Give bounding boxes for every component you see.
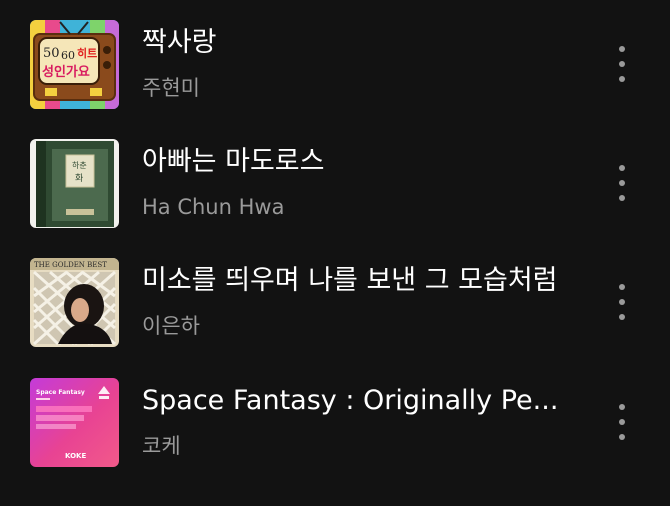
track-row[interactable]: 50 60 히트 성인가요 짝사랑 주현미 <box>0 0 670 118</box>
track-list: 50 60 히트 성인가요 짝사랑 주현미 하춘 화 아빠는 마도로스 Ha C… <box>0 0 670 506</box>
more-vertical-icon[interactable] <box>604 159 640 207</box>
track-title[interactable]: 짝사랑 <box>142 26 582 60</box>
svg-text:하춘: 하춘 <box>72 160 87 170</box>
track-row[interactable]: THE GOLDEN BEST 미소를 띄우며 나를 보낸 그 모습처럼 이은하 <box>0 238 670 356</box>
track-artist[interactable]: 이은하 <box>142 312 200 340</box>
track-row[interactable]: Space Fantasy KOKE Space Fantasy : Origi… <box>0 358 670 476</box>
svg-text:히트: 히트 <box>77 46 97 60</box>
art-text-50: 50 <box>43 46 60 61</box>
album-art[interactable]: THE GOLDEN BEST <box>30 258 119 347</box>
track-title[interactable]: 아빠는 마도로스 <box>142 145 582 179</box>
svg-text:60: 60 <box>61 49 75 62</box>
album-art[interactable]: Space Fantasy KOKE <box>30 378 119 467</box>
track-artist[interactable]: 주현미 <box>142 74 200 102</box>
track-title[interactable]: 미소를 띄우며 나를 보낸 그 모습처럼 <box>142 264 582 298</box>
track-artist[interactable]: Ha Chun Hwa <box>142 193 284 221</box>
retro-tv-cover-icon: 50 60 히트 성인가요 <box>30 20 119 109</box>
green-book-cover-icon: 하춘 화 <box>30 139 119 228</box>
svg-text:Space Fantasy: Space Fantasy <box>36 389 85 396</box>
svg-text:성인가요: 성인가요 <box>42 64 90 80</box>
album-art[interactable]: 50 60 히트 성인가요 <box>30 20 119 109</box>
album-art[interactable]: 하춘 화 <box>30 139 119 228</box>
track-artist[interactable]: 코케 <box>142 432 181 460</box>
svg-text:화: 화 <box>75 173 83 184</box>
gradient-cover-icon: Space Fantasy KOKE <box>30 378 119 467</box>
track-title[interactable]: Space Fantasy : Originally Pe... <box>142 384 582 418</box>
more-vertical-icon[interactable] <box>604 40 640 88</box>
svg-text:THE GOLDEN BEST: THE GOLDEN BEST <box>34 261 107 269</box>
more-vertical-icon[interactable] <box>604 398 640 446</box>
more-vertical-icon[interactable] <box>604 278 640 326</box>
portrait-photo-cover-icon: THE GOLDEN BEST <box>30 258 119 347</box>
svg-text:KOKE: KOKE <box>65 452 86 460</box>
track-row[interactable]: 하춘 화 아빠는 마도로스 Ha Chun Hwa <box>0 119 670 237</box>
